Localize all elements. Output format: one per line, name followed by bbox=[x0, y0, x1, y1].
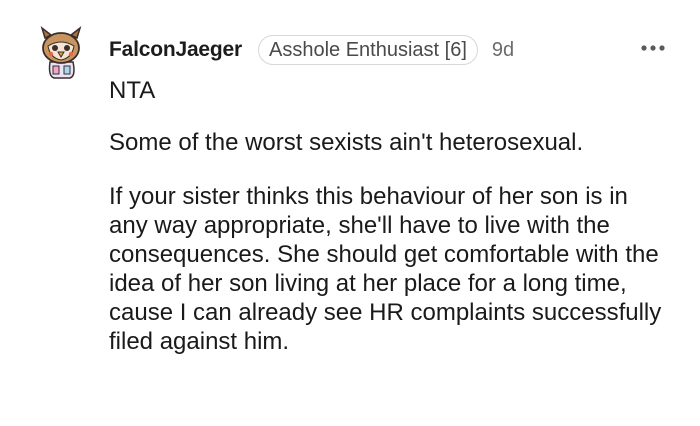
comment-paragraph: NTA bbox=[109, 77, 156, 104]
more-horizontal-icon[interactable] bbox=[640, 38, 666, 58]
snoo-avatar-icon[interactable] bbox=[36, 24, 86, 80]
comment-age: 9d bbox=[491, 38, 515, 61]
comment-paragraph: Some of the worst sexists ain't heterose… bbox=[109, 129, 584, 156]
comment-header: FalconJaeger Asshole Enthusiast [6] 9d bbox=[109, 34, 514, 66]
user-flair: Asshole Enthusiast [6] bbox=[258, 35, 478, 65]
username[interactable]: FalconJaeger bbox=[109, 38, 242, 62]
comment: FalconJaeger Asshole Enthusiast [6] 9d N… bbox=[0, 0, 700, 426]
comment-paragraph: If your sister thinks this behaviour of … bbox=[109, 183, 662, 355]
